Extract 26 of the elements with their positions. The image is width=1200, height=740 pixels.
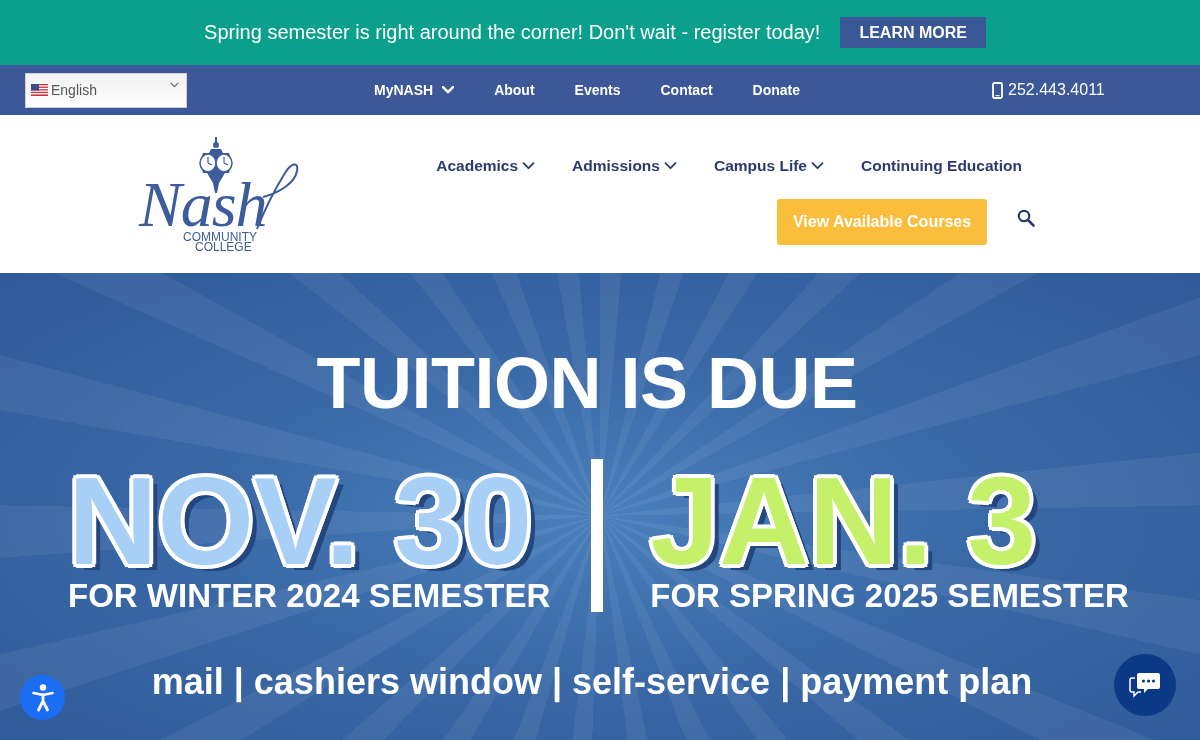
- nav-link[interactable]: Academics: [436, 157, 536, 175]
- nav-link[interactable]: Continuing Education: [861, 157, 1022, 175]
- search-icon[interactable]: [1017, 209, 1035, 227]
- nav-link[interactable]: Events: [574, 82, 621, 98]
- caret-icon: [170, 81, 179, 88]
- chevron-icon: [663, 162, 677, 170]
- language-select[interactable]: English: [25, 72, 187, 108]
- nav-link[interactable]: Contact: [660, 82, 713, 98]
- accessibility-button[interactable]: [20, 675, 65, 720]
- logo-subtitle-text: COLLEGE: [195, 241, 252, 253]
- chevron-icon: [522, 162, 536, 170]
- learn-more-button[interactable]: LEARN MORE: [840, 17, 986, 48]
- chat-icon: [1129, 672, 1161, 698]
- hero-headline: TUITION IS DUE: [316, 343, 858, 423]
- nav-link[interactable]: About: [494, 82, 535, 98]
- nav-link[interactable]: Admissions: [572, 157, 677, 175]
- nav-link[interactable]: MyNASH: [374, 82, 455, 98]
- phone-icon: [992, 81, 1004, 99]
- chevron-icon: [811, 162, 824, 170]
- accessibility-icon: [31, 683, 54, 712]
- nav-link[interactable]: Campus Life: [713, 157, 824, 175]
- chevron-icon: [442, 86, 455, 94]
- flag-icon: [31, 84, 48, 96]
- phone-link[interactable]: 252.443.4011: [992, 81, 1105, 99]
- announcement-text: Spring semester is right around the corner! Don't wait - register today!: [204, 21, 821, 44]
- nav-link[interactable]: Donate: [752, 82, 801, 98]
